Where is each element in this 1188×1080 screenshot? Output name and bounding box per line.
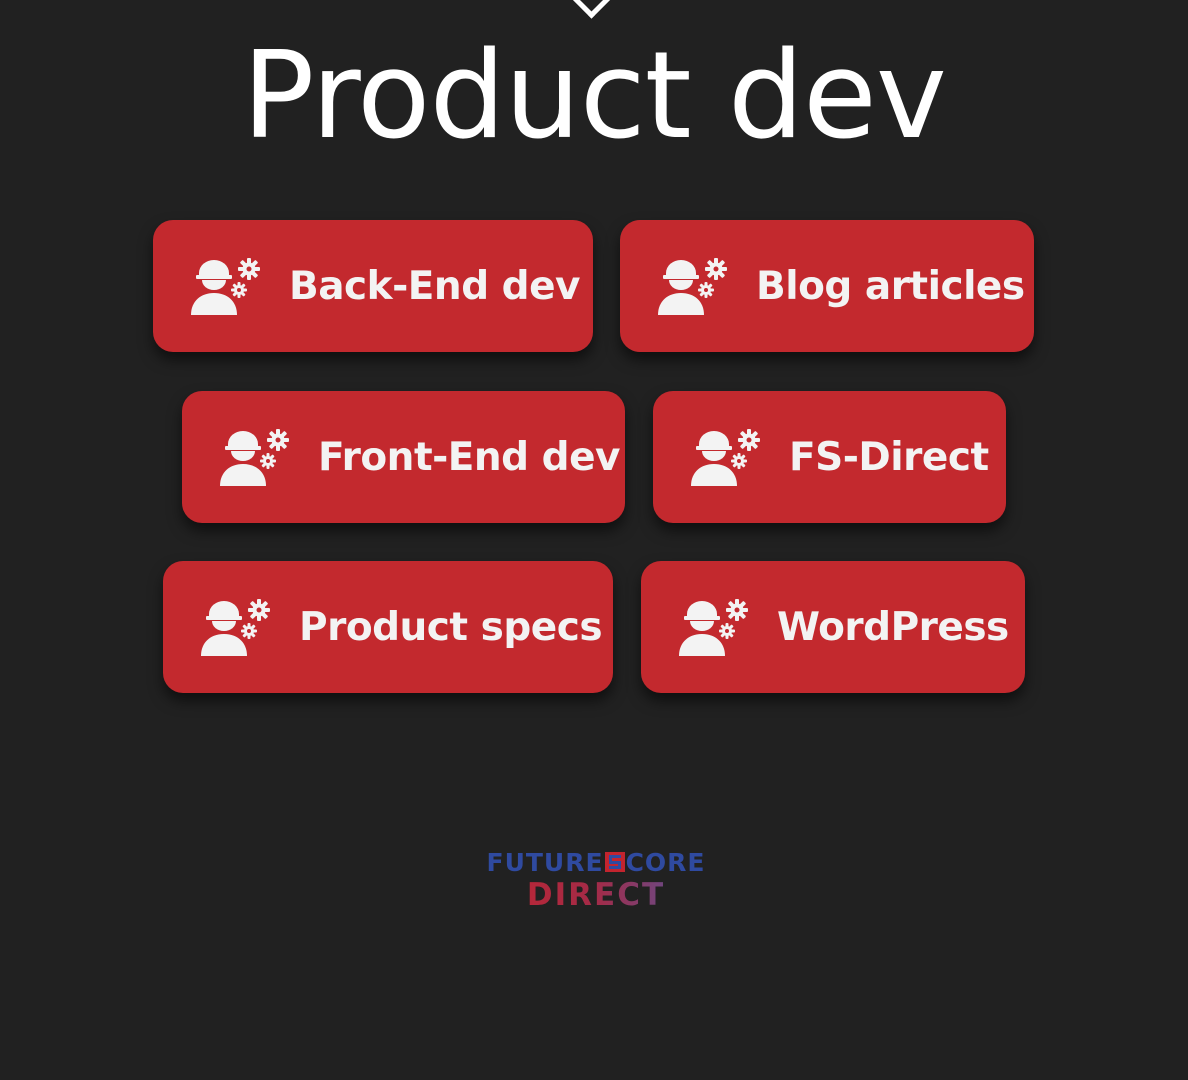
- engineer-gears-icon: [191, 258, 260, 315]
- button-label: FS-Direct: [789, 434, 989, 480]
- wordpress-button[interactable]: WordPress: [641, 561, 1025, 693]
- button-label: Product specs: [299, 604, 603, 650]
- logo-line-1: FUTURE CORE: [474, 848, 718, 878]
- back-end-dev-button[interactable]: Back-End dev: [153, 220, 593, 352]
- engineer-gears-icon: [201, 599, 270, 656]
- button-label: WordPress: [777, 604, 1009, 650]
- front-end-dev-button[interactable]: Front-End dev: [182, 391, 625, 523]
- page-title: Product dev: [242, 27, 947, 166]
- logo-text-future: FUTURE: [486, 848, 604, 877]
- fs-direct-button[interactable]: FS-Direct: [653, 391, 1006, 523]
- logo-s-mark: [604, 852, 625, 872]
- product-specs-button[interactable]: Product specs: [163, 561, 613, 693]
- button-label: Front-End dev: [318, 434, 620, 480]
- engineer-gears-icon: [658, 258, 727, 315]
- engineer-gears-icon: [220, 429, 289, 486]
- blog-articles-button[interactable]: Blog articles: [620, 220, 1034, 352]
- button-label: Back-End dev: [289, 263, 580, 309]
- engineer-gears-icon: [679, 599, 748, 656]
- engineer-gears-icon: [691, 429, 760, 486]
- logo-text-direct: DIRECT: [474, 878, 718, 912]
- logo-text-core: CORE: [625, 848, 706, 877]
- futurescore-direct-logo: FUTURE CORE DIRECT: [474, 848, 718, 912]
- chevron-down-icon[interactable]: [572, 0, 611, 19]
- button-label: Blog articles: [756, 263, 1025, 309]
